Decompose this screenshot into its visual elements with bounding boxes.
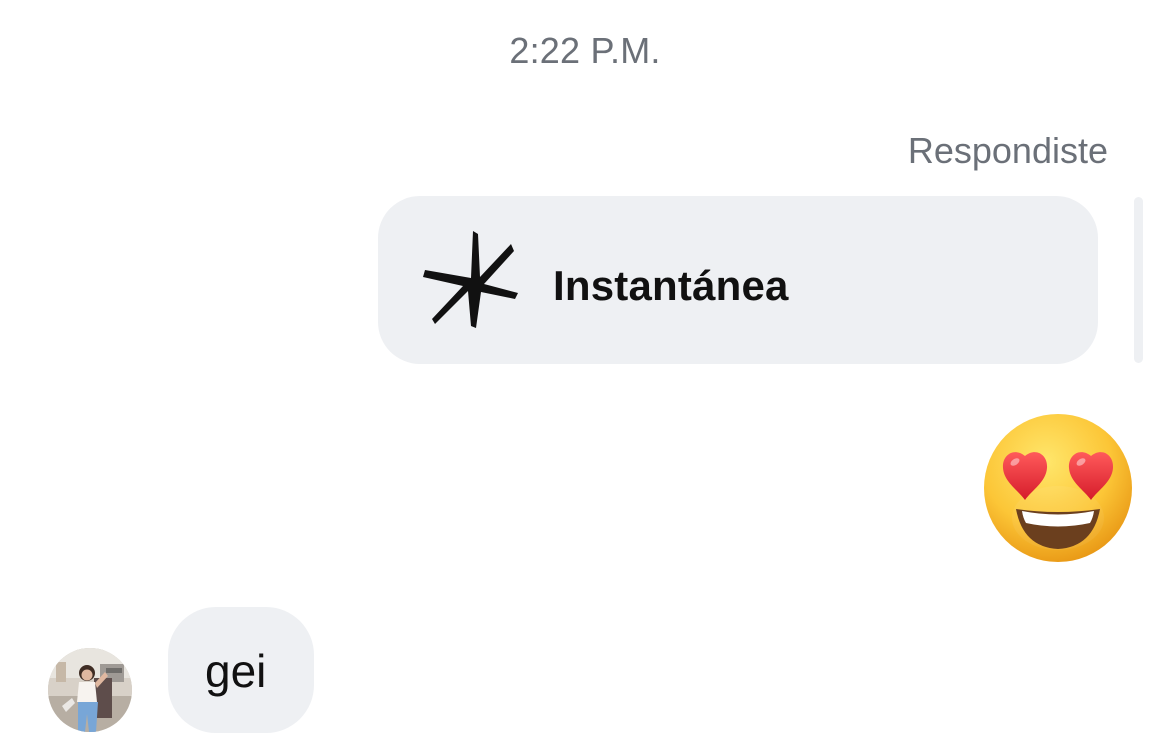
- snap-label: Instantánea: [553, 262, 789, 309]
- message-timestamp: 2:22 P.M.: [509, 30, 661, 71]
- chat-screen: 2:22 P.M. Respondiste Instantánea gei: [0, 0, 1170, 755]
- reply-status-label: Respondiste: [907, 130, 1108, 171]
- sender-avatar[interactable]: [48, 648, 132, 732]
- sparkle-snap-icon: [423, 231, 518, 328]
- reply-indicator-bar: [1134, 197, 1143, 363]
- smiling-face-with-heart-eyes-emoji[interactable]: [982, 412, 1134, 564]
- incoming-message-text: gei: [205, 645, 267, 697]
